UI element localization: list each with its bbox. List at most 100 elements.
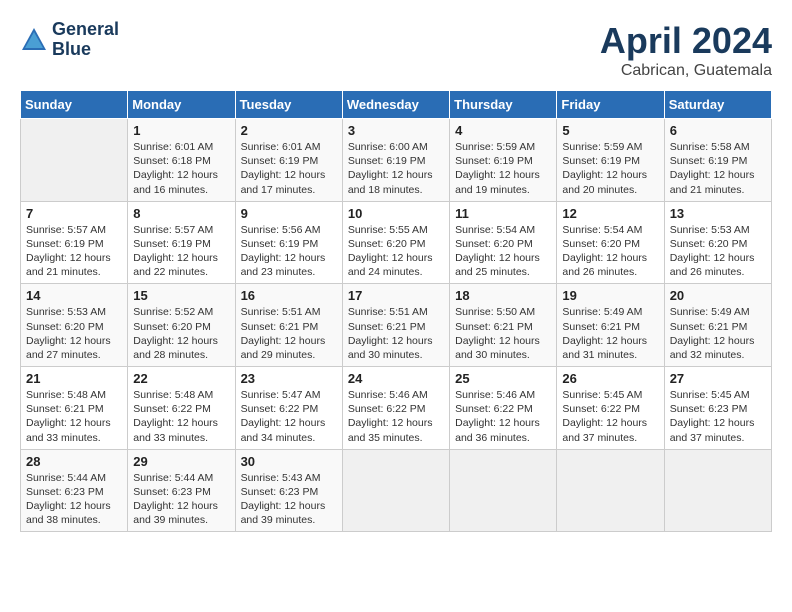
- day-number: 5: [562, 123, 658, 138]
- day-info: Sunrise: 5:52 AM Sunset: 6:20 PM Dayligh…: [133, 305, 229, 362]
- location-title: Cabrican, Guatemala: [600, 62, 772, 80]
- day-info: Sunrise: 5:57 AM Sunset: 6:19 PM Dayligh…: [133, 223, 229, 280]
- calendar-day: 6 Sunrise: 5:58 AM Sunset: 6:19 PM Daylig…: [664, 119, 771, 202]
- day-info: Sunrise: 5:51 AM Sunset: 6:21 PM Dayligh…: [348, 305, 444, 362]
- weekday-header: Friday: [557, 91, 664, 119]
- day-number: 16: [241, 288, 337, 303]
- day-number: 23: [241, 371, 337, 386]
- calendar-day: 13 Sunrise: 5:53 AM Sunset: 6:20 PM Dayli…: [664, 201, 771, 284]
- calendar-day: 2Sunrise: 6:01 AM Sunset: 6:19 PM Daylig…: [235, 119, 342, 202]
- calendar-day: 20 Sunrise: 5:49 AM Sunset: 6:21 PM Dayli…: [664, 284, 771, 367]
- logo-text: General Blue: [52, 20, 119, 60]
- day-number: 8: [133, 206, 229, 221]
- day-number: 24: [348, 371, 444, 386]
- day-info: Sunrise: 5:46 AM Sunset: 6:22 PM Dayligh…: [348, 388, 444, 445]
- day-info: Sunrise: 5:49 AM Sunset: 6:21 PM Dayligh…: [562, 305, 658, 362]
- day-info: Sunrise: 5:48 AM Sunset: 6:21 PM Dayligh…: [26, 388, 122, 445]
- day-number: 1: [133, 123, 229, 138]
- calendar-table: SundayMondayTuesdayWednesdayThursdayFrid…: [20, 90, 772, 532]
- day-number: 27: [670, 371, 766, 386]
- weekday-header: Saturday: [664, 91, 771, 119]
- title-block: April 2024 Cabrican, Guatemala: [600, 20, 772, 80]
- day-info: Sunrise: 6:01 AM Sunset: 6:18 PM Dayligh…: [133, 140, 229, 197]
- day-number: 18: [455, 288, 551, 303]
- day-number: 14: [26, 288, 122, 303]
- weekday-header: Sunday: [21, 91, 128, 119]
- calendar-day: 8 Sunrise: 5:57 AM Sunset: 6:19 PM Daylig…: [128, 201, 235, 284]
- weekday-header: Tuesday: [235, 91, 342, 119]
- day-info: Sunrise: 5:54 AM Sunset: 6:20 PM Dayligh…: [455, 223, 551, 280]
- day-number: 20: [670, 288, 766, 303]
- calendar-day: 16 Sunrise: 5:51 AM Sunset: 6:21 PM Dayli…: [235, 284, 342, 367]
- logo: General Blue: [20, 20, 119, 60]
- empty-day: [342, 449, 449, 532]
- day-number: 15: [133, 288, 229, 303]
- calendar-day: 11 Sunrise: 5:54 AM Sunset: 6:20 PM Dayli…: [450, 201, 557, 284]
- day-number: 7: [26, 206, 122, 221]
- day-info: Sunrise: 5:45 AM Sunset: 6:23 PM Dayligh…: [670, 388, 766, 445]
- day-info: Sunrise: 5:51 AM Sunset: 6:21 PM Dayligh…: [241, 305, 337, 362]
- day-number: 4: [455, 123, 551, 138]
- day-info: Sunrise: 5:47 AM Sunset: 6:22 PM Dayligh…: [241, 388, 337, 445]
- day-info: Sunrise: 5:45 AM Sunset: 6:22 PM Dayligh…: [562, 388, 658, 445]
- weekday-header: Thursday: [450, 91, 557, 119]
- calendar-day: 30Sunrise: 5:43 AM Sunset: 6:23 PM Dayli…: [235, 449, 342, 532]
- weekday-header: Monday: [128, 91, 235, 119]
- day-number: 3: [348, 123, 444, 138]
- calendar-day: 24 Sunrise: 5:46 AM Sunset: 6:22 PM Dayli…: [342, 367, 449, 450]
- logo-icon: [20, 26, 48, 54]
- calendar-day: 17 Sunrise: 5:51 AM Sunset: 6:21 PM Dayli…: [342, 284, 449, 367]
- calendar-day: 4Sunrise: 5:59 AM Sunset: 6:19 PM Daylig…: [450, 119, 557, 202]
- calendar-day: 15 Sunrise: 5:52 AM Sunset: 6:20 PM Dayli…: [128, 284, 235, 367]
- day-number: 26: [562, 371, 658, 386]
- calendar-day: 9 Sunrise: 5:56 AM Sunset: 6:19 PM Daylig…: [235, 201, 342, 284]
- day-number: 13: [670, 206, 766, 221]
- calendar-day: 22 Sunrise: 5:48 AM Sunset: 6:22 PM Dayli…: [128, 367, 235, 450]
- day-info: Sunrise: 5:58 AM Sunset: 6:19 PM Dayligh…: [670, 140, 766, 197]
- day-number: 12: [562, 206, 658, 221]
- day-info: Sunrise: 5:43 AM Sunset: 6:23 PM Dayligh…: [241, 471, 337, 528]
- day-info: Sunrise: 5:44 AM Sunset: 6:23 PM Dayligh…: [26, 471, 122, 528]
- month-title: April 2024: [600, 20, 772, 62]
- calendar-day: 7 Sunrise: 5:57 AM Sunset: 6:19 PM Daylig…: [21, 201, 128, 284]
- empty-day: [557, 449, 664, 532]
- day-info: Sunrise: 5:59 AM Sunset: 6:19 PM Dayligh…: [562, 140, 658, 197]
- day-info: Sunrise: 5:46 AM Sunset: 6:22 PM Dayligh…: [455, 388, 551, 445]
- calendar-day: 25 Sunrise: 5:46 AM Sunset: 6:22 PM Dayli…: [450, 367, 557, 450]
- calendar-day: 1 Sunrise: 6:01 AM Sunset: 6:18 PM Daylig…: [128, 119, 235, 202]
- calendar-day: 26 Sunrise: 5:45 AM Sunset: 6:22 PM Dayli…: [557, 367, 664, 450]
- day-number: 25: [455, 371, 551, 386]
- day-number: 11: [455, 206, 551, 221]
- calendar-day: 18Sunrise: 5:50 AM Sunset: 6:21 PM Dayli…: [450, 284, 557, 367]
- day-info: Sunrise: 5:55 AM Sunset: 6:20 PM Dayligh…: [348, 223, 444, 280]
- day-info: Sunrise: 5:54 AM Sunset: 6:20 PM Dayligh…: [562, 223, 658, 280]
- calendar-day: 12 Sunrise: 5:54 AM Sunset: 6:20 PM Dayli…: [557, 201, 664, 284]
- day-number: 21: [26, 371, 122, 386]
- calendar-day: 3Sunrise: 6:00 AM Sunset: 6:19 PM Daylig…: [342, 119, 449, 202]
- calendar-day: 14 Sunrise: 5:53 AM Sunset: 6:20 PM Dayli…: [21, 284, 128, 367]
- calendar-day: 19 Sunrise: 5:49 AM Sunset: 6:21 PM Dayli…: [557, 284, 664, 367]
- day-number: 2: [241, 123, 337, 138]
- day-number: 6: [670, 123, 766, 138]
- day-info: Sunrise: 5:57 AM Sunset: 6:19 PM Dayligh…: [26, 223, 122, 280]
- day-info: Sunrise: 5:53 AM Sunset: 6:20 PM Dayligh…: [26, 305, 122, 362]
- calendar-day: 29 Sunrise: 5:44 AM Sunset: 6:23 PM Dayli…: [128, 449, 235, 532]
- day-info: Sunrise: 5:48 AM Sunset: 6:22 PM Dayligh…: [133, 388, 229, 445]
- calendar-day: 27 Sunrise: 5:45 AM Sunset: 6:23 PM Dayli…: [664, 367, 771, 450]
- calendar-day: 5 Sunrise: 5:59 AM Sunset: 6:19 PM Daylig…: [557, 119, 664, 202]
- calendar-day: 21 Sunrise: 5:48 AM Sunset: 6:21 PM Dayli…: [21, 367, 128, 450]
- day-info: Sunrise: 5:49 AM Sunset: 6:21 PM Dayligh…: [670, 305, 766, 362]
- calendar-day: 28Sunrise: 5:44 AM Sunset: 6:23 PM Dayli…: [21, 449, 128, 532]
- day-number: 22: [133, 371, 229, 386]
- calendar-day: 10 Sunrise: 5:55 AM Sunset: 6:20 PM Dayli…: [342, 201, 449, 284]
- day-number: 10: [348, 206, 444, 221]
- day-info: Sunrise: 5:56 AM Sunset: 6:19 PM Dayligh…: [241, 223, 337, 280]
- empty-day: [450, 449, 557, 532]
- weekday-header: Wednesday: [342, 91, 449, 119]
- day-info: Sunrise: 5:44 AM Sunset: 6:23 PM Dayligh…: [133, 471, 229, 528]
- day-info: Sunrise: 5:53 AM Sunset: 6:20 PM Dayligh…: [670, 223, 766, 280]
- day-number: 9: [241, 206, 337, 221]
- day-number: 17: [348, 288, 444, 303]
- day-number: 19: [562, 288, 658, 303]
- day-number: 29: [133, 454, 229, 469]
